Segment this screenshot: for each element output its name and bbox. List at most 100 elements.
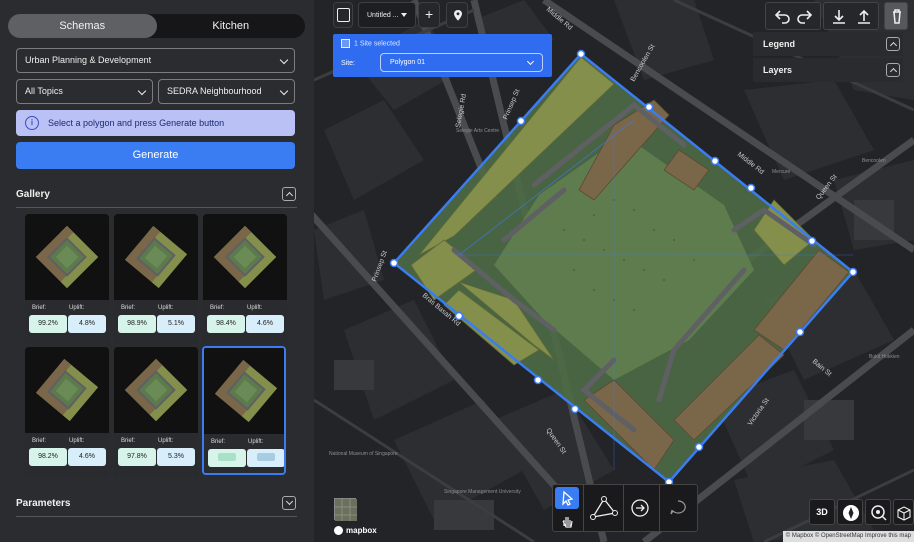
redo-icon[interactable] — [794, 5, 818, 29]
mapbox-logo-text: mapbox — [346, 526, 377, 535]
gallery-card[interactable]: Brief: Uplift: 97.8% 5.3% — [114, 347, 198, 476]
plan-thumbnail — [114, 214, 198, 300]
topic-select[interactable]: All Topics — [16, 79, 153, 104]
poi-label: Singapore Management University — [444, 489, 521, 495]
mapbox-logo: mapbox — [334, 526, 377, 536]
mapbox-logo-icon — [334, 526, 343, 536]
sidebar: Schemas Kitchen Urban Planning & Develop… — [0, 0, 314, 542]
category-select-value: Urban Planning & Development — [25, 55, 152, 65]
site-select-value: Polygon 01 — [390, 59, 426, 66]
delete-button[interactable] — [884, 2, 908, 30]
uplift-label: Uplift: — [69, 305, 85, 311]
cube-icon — [897, 506, 911, 521]
legend-collapse-button[interactable] — [886, 37, 900, 51]
gallery-card[interactable]: Brief: Uplift: 98.9% 5.1% — [114, 214, 198, 343]
gallery-card[interactable]: Brief: Uplift: 98.4% 4.6% — [203, 214, 287, 343]
loading-bar — [218, 453, 236, 462]
add-button[interactable]: + — [418, 2, 440, 28]
view-3d-button[interactable]: 3D — [809, 499, 835, 525]
site-panel-header: 1 Site selected — [341, 39, 400, 48]
layers-collapse-button[interactable] — [886, 63, 900, 77]
tab-kitchen[interactable]: Kitchen — [157, 14, 306, 38]
site-select[interactable]: Polygon 01 — [380, 53, 543, 72]
site-label: Site: — [341, 60, 356, 67]
chevron-down-icon — [279, 86, 289, 96]
brief-label: Brief: — [121, 438, 136, 444]
polygon-draw-icon[interactable] — [587, 491, 621, 525]
neighbourhood-select-value: SEDRA Neighbourhood — [167, 86, 262, 96]
poi-label: Bencoolen — [862, 158, 886, 164]
document-menu[interactable]: Untitled ... — [358, 2, 416, 28]
site-count-text: 1 Site selected — [354, 40, 400, 48]
brief-label: Brief: — [32, 438, 47, 444]
brief-value — [208, 449, 246, 467]
layers-title: Layers — [763, 65, 793, 75]
neighbourhood-select[interactable]: SEDRA Neighbourhood — [158, 79, 295, 104]
poi-label: Mercure — [772, 169, 791, 175]
plan-thumbnail — [204, 348, 284, 434]
undo-icon[interactable] — [769, 5, 793, 29]
card-stats: Brief: Uplift: 98.9% 5.1% — [114, 300, 198, 343]
pointer-tool[interactable] — [555, 487, 579, 509]
gallery-card[interactable]: Brief: Uplift: 99.2% 4.8% — [25, 214, 109, 343]
legend-panel[interactable]: Legend — [753, 32, 903, 56]
uplift-label: Uplift: — [248, 439, 264, 445]
uplift-value — [247, 449, 284, 467]
zoom-button[interactable] — [865, 499, 891, 525]
download-icon[interactable] — [827, 5, 851, 29]
gallery-collapse-button[interactable] — [282, 187, 296, 201]
arrow-circle-icon[interactable] — [627, 495, 653, 521]
uplift-label: Uplift: — [158, 438, 174, 444]
uplift-label: Uplift: — [247, 305, 263, 311]
brief-value: 99.2% — [29, 315, 67, 333]
plus-icon: + — [425, 6, 434, 22]
comment-icon[interactable] — [665, 495, 691, 521]
compass-icon — [843, 505, 859, 521]
generate-button[interactable]: Generate — [16, 142, 295, 169]
poi-label: Selegie Arts Centre — [456, 128, 499, 134]
chevron-down-icon — [137, 86, 147, 96]
category-select[interactable]: Urban Planning & Development — [16, 48, 295, 73]
uplift-label: Uplift: — [158, 305, 174, 311]
map-canvas[interactable]: Middle Rd Bencoolen St Prinsep St Selegi… — [314, 0, 914, 542]
plan-thumbnail — [25, 214, 109, 300]
location-pin-button[interactable] — [446, 2, 468, 28]
info-banner: i Select a polygon and press Generate bu… — [16, 110, 295, 136]
card-stats: Brief: Uplift: 97.8% 5.3% — [114, 433, 198, 476]
hand-pan-icon[interactable] — [555, 509, 579, 531]
polygon-icon — [341, 39, 350, 48]
layers-panel[interactable]: Layers — [753, 58, 903, 82]
cube-view-button[interactable] — [893, 499, 914, 525]
tab-schemas[interactable]: Schemas — [8, 14, 157, 38]
info-icon: i — [25, 116, 39, 130]
gallery-card[interactable]: Brief: Uplift: — [202, 346, 286, 475]
plan-thumbnail — [203, 214, 287, 300]
card-stats: Brief: Uplift: — [204, 434, 284, 473]
select-tool-box[interactable] — [333, 2, 353, 28]
satellite-thumbnail-icon — [335, 499, 357, 521]
uplift-value: 4.6% — [68, 448, 106, 466]
trash-icon — [893, 9, 901, 24]
uplift-value: 5.1% — [157, 315, 195, 333]
brief-value: 97.8% — [118, 448, 156, 466]
upload-icon[interactable] — [852, 5, 876, 29]
compass-button[interactable] — [837, 499, 863, 525]
zoom-magnifier-icon — [871, 505, 887, 521]
info-text: Select a polygon and press Generate butt… — [48, 118, 225, 128]
uplift-value: 5.3% — [157, 448, 195, 466]
satellite-toggle[interactable] — [334, 498, 357, 521]
card-stats: Brief: Uplift: 99.2% 4.8% — [25, 300, 109, 343]
gallery-card[interactable]: Brief: Uplift: 98.2% 4.6% — [25, 347, 109, 476]
history-group — [765, 2, 821, 30]
uplift-value: 4.6% — [246, 315, 284, 333]
card-stats: Brief: Uplift: 98.2% 4.6% — [25, 433, 109, 476]
map-pin-icon — [454, 10, 462, 21]
loading-bar — [257, 453, 275, 462]
brief-value: 98.4% — [207, 315, 245, 333]
card-stats: Brief: Uplift: 98.4% 4.6% — [203, 300, 287, 343]
mode-tabs: Schemas Kitchen — [8, 14, 305, 38]
parameters-title: Parameters — [16, 498, 71, 509]
parameters-expand-button[interactable] — [282, 496, 296, 510]
gallery-title: Gallery — [16, 189, 50, 200]
map-attribution[interactable]: © Mapbox © OpenStreetMap Improve this ma… — [782, 531, 914, 542]
